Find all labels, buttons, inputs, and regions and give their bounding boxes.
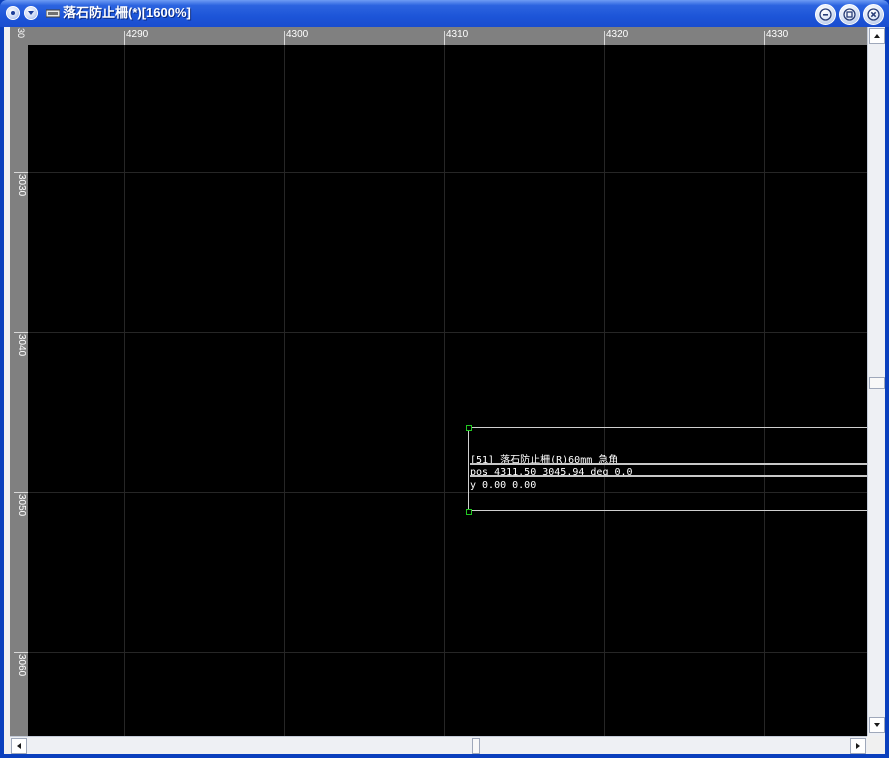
editor-window: 落石防止柵(*)[1600%] 30 4290 4300 4310 4320 4… [0, 0, 889, 758]
ruler-corner-label: 30 [16, 28, 26, 39]
pin-icon[interactable] [6, 6, 20, 20]
ruler-label-y: 3040 [16, 334, 27, 357]
ruler-tick [444, 31, 445, 45]
fence-line[interactable] [470, 463, 867, 465]
ruler-label-x: 4290 [126, 29, 149, 40]
horizontal-scrollbar[interactable] [10, 736, 867, 754]
arrow-down-icon [874, 723, 880, 727]
maximize-icon [843, 8, 856, 21]
ruler-tick [604, 31, 605, 45]
window-title: 落石防止柵(*)[1600%] [63, 5, 191, 20]
drawing-canvas[interactable]: [51] 落石防止柵(R)60mm 急角 pos 4311.50 3045.94… [28, 45, 867, 736]
ruler-tick [14, 332, 28, 333]
grid-line [28, 332, 867, 333]
horizontal-ruler[interactable]: 4290 4300 4310 4320 4330 [28, 27, 867, 45]
ruler-tick [14, 652, 28, 653]
grid-line [284, 45, 285, 736]
scroll-left-button[interactable] [11, 738, 27, 754]
ruler-label-y: 3050 [16, 494, 27, 517]
ruler-label-y: 3030 [16, 174, 27, 197]
fence-line[interactable] [470, 475, 867, 477]
ruler-label-x: 4330 [766, 29, 789, 40]
vertical-scrollbar[interactable] [867, 27, 885, 736]
document-area: 30 4290 4300 4310 4320 4330 3030 3040 30… [4, 27, 885, 754]
grid-line [764, 45, 765, 736]
ruler-tick [124, 31, 125, 45]
scroll-up-button[interactable] [869, 28, 885, 44]
arrow-right-icon [856, 743, 860, 749]
scroll-thumb[interactable] [472, 738, 480, 754]
vertical-ruler[interactable]: 3030 3040 3050 3060 [10, 45, 28, 736]
maximize-button[interactable] [839, 4, 860, 25]
minimize-button[interactable] [815, 4, 836, 25]
minimize-icon [819, 8, 832, 21]
dropdown-icon[interactable] [24, 6, 38, 20]
ruler-tick [284, 31, 285, 45]
scroll-thumb[interactable] [869, 377, 885, 389]
ruler-label-x: 4300 [286, 29, 309, 40]
app-icon [46, 9, 60, 18]
arrow-left-icon [17, 743, 21, 749]
grid-line [444, 45, 445, 736]
ruler-label-y: 3060 [16, 654, 27, 677]
scroll-right-button[interactable] [850, 738, 866, 754]
ruler-tick [764, 31, 765, 45]
close-icon [867, 8, 880, 21]
selection-handle[interactable] [466, 509, 472, 515]
arrow-up-icon [874, 34, 880, 38]
grid-line [28, 172, 867, 173]
scroll-down-button[interactable] [869, 717, 885, 733]
grid-line [604, 45, 605, 736]
size-grip[interactable] [867, 736, 885, 754]
grid-line [28, 652, 867, 653]
object-offset: y 0.00 0.00 [470, 480, 537, 491]
close-button[interactable] [863, 4, 884, 25]
ruler-tick [14, 492, 28, 493]
ruler-corner: 30 [10, 27, 28, 45]
ruler-label-x: 4320 [606, 29, 629, 40]
selection-handle[interactable] [466, 425, 472, 431]
grid-line [124, 45, 125, 736]
title-bar[interactable]: 落石防止柵(*)[1600%] [0, 0, 889, 27]
ruler-tick [14, 172, 28, 173]
ruler-label-x: 4310 [446, 29, 469, 40]
